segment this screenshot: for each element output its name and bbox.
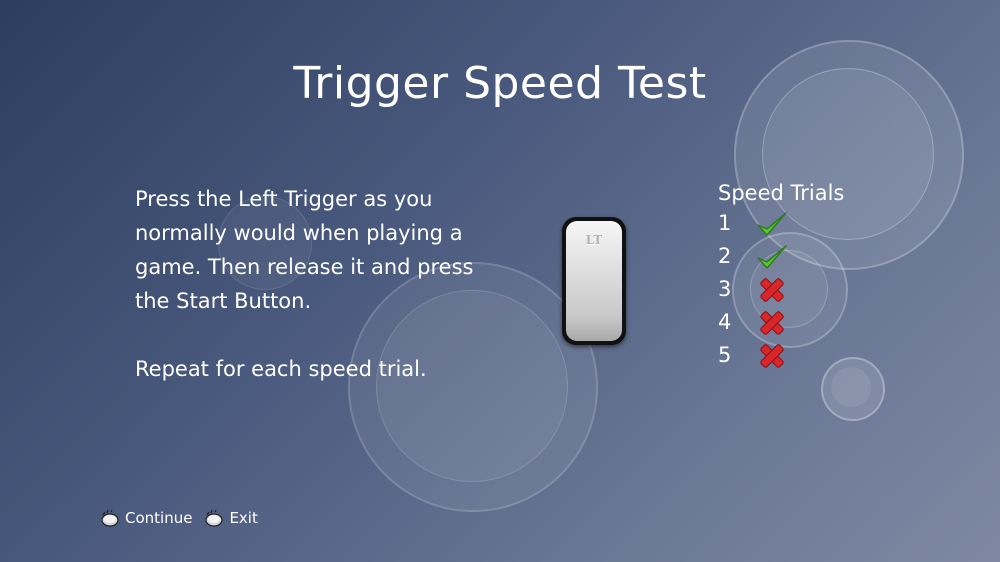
checkmark-icon [757,212,787,236]
trial-row: 2 [718,241,898,274]
speed-trials-list: 1 2 3 4 5 [718,208,898,373]
cross-icon [760,278,784,302]
checkmark-icon [757,245,787,269]
trigger-label: LT [585,233,603,247]
trial-number: 2 [718,244,732,268]
trial-row: 5 [718,340,898,373]
exit-button[interactable]: Exit [204,509,258,527]
cross-icon [760,344,784,368]
trial-row: 1 [718,208,898,241]
continue-label: Continue [125,509,193,527]
continue-button[interactable]: Continue [100,509,192,527]
trial-number: 3 [718,277,732,301]
page-title: Trigger Speed Test [293,58,707,109]
left-trigger-icon: LT [562,217,626,345]
controller-button-icon [205,509,224,527]
trigger-face: LT [566,221,622,341]
speed-trials-panel: Speed Trials 1 2 3 4 5 [718,178,898,373]
instructions: Press the Left Trigger as you normally w… [135,182,495,386]
trigger-speed-test-screen: Trigger Speed Test Press the Left Trigge… [0,0,1000,562]
repeat-text: Repeat for each speed trial. [135,357,427,381]
cross-icon [760,311,784,335]
trial-number: 1 [718,211,732,235]
trial-row: 4 [718,307,898,340]
controller-button-icon [101,509,119,527]
exit-label: Exit [229,509,258,527]
instructions-text: Press the Left Trigger as you normally w… [135,187,474,313]
background-bubble [831,367,871,407]
button-legend: Continue Exit [100,506,270,530]
trial-number: 5 [718,343,732,367]
speed-trials-heading: Speed Trials [718,181,845,205]
trial-number: 4 [718,310,732,334]
trial-row: 3 [718,274,898,307]
